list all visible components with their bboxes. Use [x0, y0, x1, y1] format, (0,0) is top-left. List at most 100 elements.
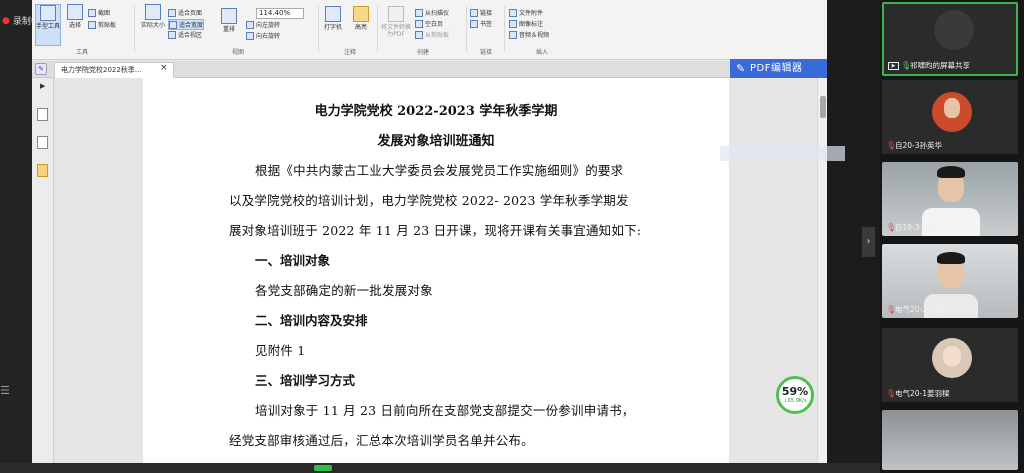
clipboard-paste-icon — [415, 30, 423, 39]
rotate-left-label: 向左旋转 — [256, 22, 281, 29]
participant-tile[interactable]: 🎙 电气20-2卢普州 — [882, 244, 1018, 318]
camera-icon — [88, 8, 96, 17]
document-tab[interactable]: 电力学院党校2022秋季... — [54, 62, 174, 78]
section-text: 经党支部审核通过后，汇总本次培训学员名单并公布。 — [229, 433, 534, 448]
cursor-icon — [67, 4, 83, 20]
link-icon — [470, 8, 478, 17]
fit-page-label: 适合页面 — [178, 10, 203, 17]
actual-size-button[interactable]: 实际大小 — [140, 4, 166, 29]
participant-tile[interactable]: ▶ 🎙 祁啸昀的屏幕共享 — [882, 2, 1018, 76]
screen: ● 录制中 ☰ 手型工具 选择 截图 剪贴板 工具 实际大小 适合页面 适合宽度… — [0, 0, 1024, 473]
clipboard-button[interactable]: 剪贴板 — [88, 20, 116, 29]
rotate-right-button[interactable]: 向右旋转 — [246, 31, 280, 40]
hand-tool-button[interactable]: 手型工具 — [35, 4, 61, 46]
hair — [937, 166, 965, 178]
document-tab-bar: ✎ 电力学院党校2022秋季... × ☁ ⇩ — [32, 61, 827, 134]
hand-icon — [40, 5, 56, 21]
audio-video-button[interactable]: 音频＆视频 — [509, 30, 549, 39]
close-tab-icon[interactable]: × — [160, 63, 168, 73]
bookmark-button[interactable]: 书签 — [470, 19, 492, 28]
microphone-icon: 🎙 — [901, 61, 912, 70]
group-title-view: 视图 — [231, 49, 244, 56]
section-text: 见附件 1 — [255, 343, 306, 358]
group-title-create: 创建 — [416, 49, 429, 56]
hair — [937, 252, 965, 264]
participant-label: 祁啸昀的屏幕共享 — [910, 61, 970, 70]
collapse-panel-icon[interactable]: › — [862, 227, 875, 257]
file-attachment-button[interactable]: 文件附件 — [509, 8, 543, 17]
separator — [318, 6, 319, 52]
zoom-level-input[interactable]: 114.40% — [256, 8, 304, 19]
rotate-left-button[interactable]: 向左旋转 — [246, 20, 280, 29]
notice-title-line1: 电力学院党校 2022-2023 学年秋季学期 — [314, 104, 558, 119]
participant-tile[interactable]: 🎙 自20-3孙英华 — [882, 80, 1018, 154]
avatar — [934, 10, 974, 50]
separator — [377, 6, 378, 52]
clipboard-icon — [88, 20, 96, 29]
select-label: 选择 — [68, 22, 81, 29]
pages-icon[interactable] — [37, 136, 48, 149]
network-progress-badge[interactable]: 59% ↓65.9K/s — [776, 376, 814, 414]
select-button[interactable]: 选择 — [62, 4, 88, 29]
fit-width-button[interactable]: 适合宽度 — [168, 19, 205, 30]
avatar — [932, 92, 972, 132]
rotate-left-icon — [246, 20, 254, 29]
expand-arrow-icon[interactable]: ▶ — [40, 82, 45, 90]
group-title-tools: 工具 — [75, 49, 88, 56]
microphone-muted-icon: 🎙 — [886, 223, 897, 232]
fit-visible-label: 适合视区 — [178, 32, 203, 39]
navigation-side-panel: ▶ — [32, 78, 54, 467]
ribbon-group-comment: 打字机 高亮 注释 — [320, 2, 380, 58]
screenshot-button[interactable]: 截图 — [88, 8, 110, 17]
scroll-thumb[interactable] — [820, 96, 826, 118]
microphone-muted-icon: 🎙 — [886, 305, 897, 314]
fit-page-button[interactable]: 适合页面 — [168, 8, 202, 17]
page-thumbnails-icon[interactable] — [37, 108, 48, 121]
drag-handle-icon[interactable]: ☰ — [0, 384, 10, 402]
page-icon — [145, 4, 161, 20]
group-title-link: 链接 — [479, 49, 492, 56]
participant-tile[interactable] — [882, 410, 1018, 470]
separator — [466, 6, 467, 52]
participant-label: 电气20-2卢普州 — [895, 305, 950, 314]
paragraph-line: 展对象培训班于 2022 年 11 月 23 日开课，现将开课有关事宜通知如下: — [229, 223, 642, 238]
ribbon-group-insert: 文件附件 图像标注 音频＆视频 插入 — [507, 2, 577, 58]
microphone-muted-icon: 🎙 — [886, 389, 897, 398]
convert-to-pdf-button[interactable]: 将文件转换为PDF — [381, 6, 411, 38]
document-tab-title: 电力学院党校2022秋季... — [61, 66, 142, 74]
pen-icon: ✎ — [736, 62, 746, 75]
audio-video-label: 音频＆视频 — [519, 32, 550, 39]
from-scanner-button[interactable]: 从扫描仪 — [415, 8, 449, 17]
comments-icon[interactable] — [37, 164, 48, 177]
link-button[interactable]: 链接 — [470, 8, 492, 17]
highlight-button[interactable]: 高亮 — [348, 6, 374, 31]
pdf-editor-button[interactable]: ✎ PDF编辑器 — [730, 59, 827, 78]
vertical-scrollbar[interactable] — [817, 78, 827, 467]
reflow-button[interactable]: 重排 — [216, 8, 242, 33]
notice-title-line2: 发展对象培训班通知 — [377, 134, 495, 149]
rotate-right-label: 向右旋转 — [256, 33, 281, 40]
from-clipboard-button[interactable]: 从剪贴板 — [415, 30, 449, 39]
section-heading: 三、培训学习方式 — [255, 373, 356, 388]
document-view[interactable]: 电力学院党校 2022-2023 学年秋季学期 发展对象培训班通知 根据《中共内… — [54, 78, 827, 467]
convert-to-pdf-label: 将文件转换为PDF — [381, 24, 412, 38]
fit-visible-button[interactable]: 适合视区 — [168, 30, 202, 39]
section-text: 培训对象于 11 月 23 日前向所在支部党支部提交一份参训申请书， — [255, 403, 635, 418]
microphone-muted-icon: 🎙 — [886, 141, 897, 150]
floating-hint-bar — [720, 146, 845, 161]
typewriter-button[interactable]: 打字机 — [320, 6, 346, 31]
participant-tile[interactable]: 🎙 自19-3 任尚文 — [882, 162, 1018, 236]
link-label: 链接 — [480, 10, 493, 17]
image-annotation-button[interactable]: 图像标注 — [509, 19, 543, 28]
hand-tool-label: 手型工具 — [36, 23, 61, 30]
video-feed — [882, 410, 1018, 470]
convert-icon — [388, 6, 404, 22]
group-title-comment: 注释 — [343, 49, 356, 56]
ribbon-toolbar: 手型工具 选择 截图 剪贴板 工具 实际大小 适合页面 适合宽度 适合视区 重排… — [32, 0, 827, 60]
highlight-icon — [353, 6, 369, 22]
blank-page-button[interactable]: 空白页 — [415, 19, 443, 28]
reflow-label: 重排 — [222, 26, 235, 33]
highlight-label: 高亮 — [354, 24, 367, 31]
participant-tile[interactable]: 🎙 电气20-1姜羽樑 — [882, 328, 1018, 402]
actual-size-label: 实际大小 — [140, 22, 165, 29]
